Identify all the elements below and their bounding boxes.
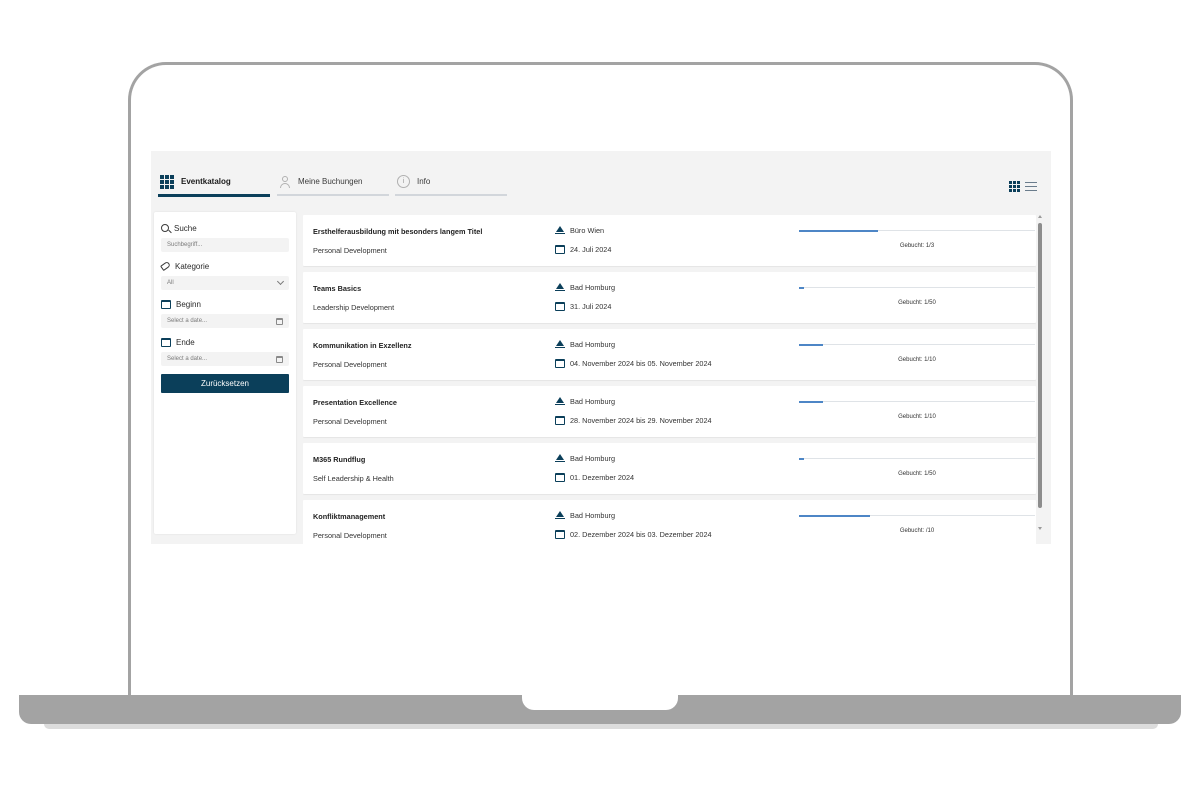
event-row[interactable]: M365 Rundflug Self Leadership & Health Bad… [303,443,1036,494]
event-date: 04. November 2024 bis 05. November 2024 [555,359,712,368]
booking-progress-bar [799,514,1035,517]
calendar-icon [555,416,565,425]
building-icon [555,511,565,520]
scroll-thumb[interactable] [1038,223,1042,508]
person-icon [279,175,291,188]
booking-count: Gebucht: 1/10 [898,357,936,363]
booking-count: Gebucht: 1/10 [898,414,936,420]
grid-view-icon[interactable] [1009,181,1020,192]
event-location: Büro Wien [555,226,604,235]
event-category: Leadership Development [313,303,395,312]
event-date: 31. Juli 2024 [555,302,611,311]
view-toggles [1009,181,1037,192]
event-list: Ersthelferausbildung mit besonders lange… [303,215,1036,544]
calendar-icon [555,302,565,311]
event-location: Bad Homburg [555,340,615,349]
booking-count: Gebucht: 1/3 [899,243,935,249]
event-category: Self Leadership & Health [313,474,394,483]
event-location: Bad Homburg [555,454,615,463]
date-picker-icon[interactable] [276,317,283,325]
grid-icon [160,174,174,189]
event-row[interactable]: Teams Basics Leadership Development Bad Ho… [303,272,1036,323]
event-title: Teams Basics [313,284,362,293]
booking-progress-fill [799,229,878,232]
info-icon: i [397,175,410,188]
event-title: Presentation Excellence [313,398,397,407]
scrollbar[interactable] [1038,215,1042,541]
begin-date-input[interactable]: Select a date... [161,314,289,328]
app-screen: Eventkatalog Meine Buchungen i Info Such… [151,151,1051,544]
laptop-base-shadow [44,724,1158,729]
search-label: Suche [161,222,289,234]
booking-count: Gebucht: /10 [899,528,935,534]
list-view-icon[interactable] [1025,182,1037,191]
begin-label: Beginn [161,298,289,310]
building-icon [555,397,565,406]
filter-panel: Suche Suchbegriff... Kategorie All Begin… [154,212,296,534]
building-icon [555,454,565,463]
booking-progress-bar [799,457,1035,460]
calendar-icon [555,245,565,254]
event-row[interactable]: Ersthelferausbildung mit besonders lange… [303,215,1036,266]
event-location: Bad Homburg [555,511,615,520]
laptop-notch [522,695,678,710]
event-date: 24. Juli 2024 [555,245,611,254]
booking-progress-fill [799,286,804,289]
booking-progress-bar [799,229,1035,232]
building-icon [555,283,565,292]
tab-eventkatalog[interactable]: Eventkatalog [158,169,270,197]
building-icon [555,340,565,349]
search-input[interactable]: Suchbegriff... [161,238,289,252]
booking-progress-fill [799,457,804,460]
event-date: 02. Dezember 2024 bis 03. Dezember 2024 [555,530,712,539]
tab-label: Meine Buchungen [298,177,363,186]
event-category: Personal Development [313,417,387,426]
calendar-icon [555,359,565,368]
event-title: Ersthelferausbildung mit besonders lange… [313,227,483,236]
event-category: Personal Development [313,246,387,255]
tab-meine-buchungen[interactable]: Meine Buchungen [277,169,389,196]
event-row[interactable]: Kommunikation in Exzellenz Personal Devel… [303,329,1036,380]
building-icon [555,226,565,235]
event-date: 28. November 2024 bis 29. November 2024 [555,416,712,425]
tag-icon [160,260,171,272]
booking-count: Gebucht: 1/50 [898,300,936,306]
calendar-icon [161,299,171,309]
event-location: Bad Homburg [555,397,615,406]
reset-button[interactable]: Zurücksetzen [161,374,289,393]
category-select[interactable]: All [161,276,289,290]
booking-progress-fill [799,343,823,346]
event-category: Personal Development [313,360,387,369]
end-label: Ende [161,336,289,348]
event-location: Bad Homburg [555,283,615,292]
event-title: M365 Rundflug [313,455,366,464]
search-icon [161,224,169,232]
event-title: Konfliktmanagement [313,512,386,521]
booking-count: Gebucht: 1/50 [898,471,936,477]
scroll-up-arrow[interactable] [1038,215,1042,218]
calendar-icon [161,337,171,347]
tab-label: Eventkatalog [181,177,231,186]
scroll-down-arrow[interactable] [1038,527,1042,530]
booking-progress-fill [799,400,823,403]
event-row[interactable]: Presentation Excellence Personal Developm… [303,386,1036,437]
calendar-icon [555,530,565,539]
date-picker-icon[interactable] [276,355,283,363]
tab-bar: Eventkatalog Meine Buchungen i Info [158,169,507,197]
booking-progress-bar [799,400,1035,403]
event-row[interactable]: Konfliktmanagement Personal Development Ba… [303,500,1036,544]
event-title: Kommunikation in Exzellenz [313,341,412,350]
category-label: Kategorie [160,260,289,272]
chevron-down-icon [276,277,285,286]
event-date: 01. Dezember 2024 [555,473,634,482]
tab-label: Info [417,177,431,186]
calendar-icon [555,473,565,482]
tab-info[interactable]: i Info [395,169,507,196]
booking-progress-fill [799,514,870,517]
booking-progress-bar [799,343,1035,346]
event-category: Personal Development [313,531,387,540]
booking-progress-bar [799,286,1035,289]
end-date-input[interactable]: Select a date... [161,352,289,366]
